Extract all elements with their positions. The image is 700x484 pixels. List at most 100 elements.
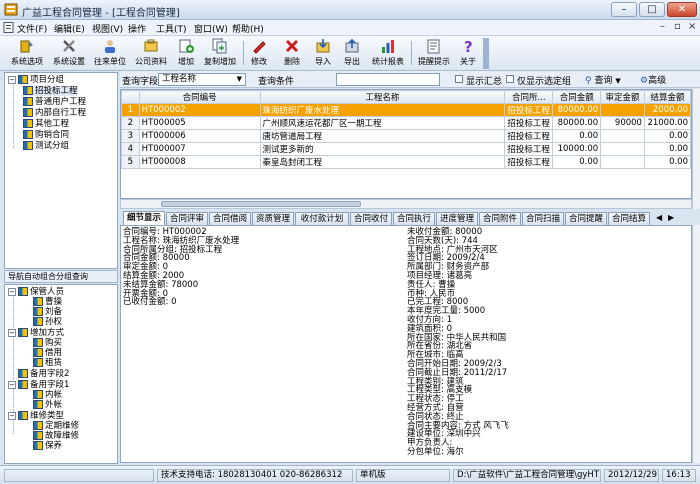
- cell-settled-amount: 0.00: [643, 129, 691, 143]
- tree-item[interactable]: 孙权: [33, 317, 62, 327]
- tab-contract-review[interactable]: 合同评审: [166, 212, 208, 225]
- tree-root-project-group[interactable]: − 项目分组: [8, 75, 64, 85]
- collapse-icon[interactable]: −: [8, 287, 16, 296]
- tree-item[interactable]: 外帐: [33, 400, 62, 410]
- tab-contract-payment[interactable]: 合同收付: [350, 212, 392, 225]
- tree-group-spare-field-1[interactable]: − 备用字段1: [8, 380, 69, 390]
- menu-tools[interactable]: 工具(T): [156, 22, 187, 35]
- table-row[interactable]: 5 HT000008 秦皇岛封闭工程 招投标工程 0.00 0.00: [121, 155, 691, 169]
- grid-header-approved-amount[interactable]: 审定金额: [600, 90, 645, 104]
- tree-group-custodian[interactable]: − 保管人员: [8, 287, 64, 297]
- grid-header-rownum[interactable]: [121, 90, 140, 104]
- about-button[interactable]: ? 关于: [456, 38, 480, 69]
- tab-scan[interactable]: 合同扫描: [522, 212, 564, 225]
- tree-item-internal-project[interactable]: 内部自行工程: [23, 108, 86, 118]
- tree-item[interactable]: 内帐: [33, 390, 62, 400]
- minimize-button[interactable]: –: [611, 2, 637, 17]
- tree-item[interactable]: 租赁: [33, 358, 62, 368]
- scrollbar-thumb[interactable]: [161, 201, 361, 207]
- export-button[interactable]: 导出: [340, 38, 364, 69]
- tab-scroll-right-icon[interactable]: ▶: [668, 213, 674, 222]
- tree-item[interactable]: 借用: [33, 348, 62, 358]
- advanced-button[interactable]: ⚙高级: [640, 73, 666, 86]
- partners-button[interactable]: 往来单位: [91, 38, 129, 69]
- tree-group-spare-field-2[interactable]: 备用字段2: [8, 369, 69, 379]
- menu-view[interactable]: 视图(V): [92, 22, 123, 35]
- menu-operate[interactable]: 操作: [128, 22, 146, 35]
- tree-item-regular-user-project[interactable]: 普通用户工程: [23, 97, 86, 107]
- delete-button[interactable]: 删除: [280, 38, 304, 69]
- mdi-minimize-button[interactable]: –: [660, 21, 665, 32]
- book-icon: [33, 421, 43, 430]
- grid-header-settled-amount[interactable]: 结算金额: [643, 90, 691, 104]
- close-button[interactable]: ✕: [667, 2, 697, 17]
- mdi-restore-button[interactable]: ▫: [674, 21, 681, 32]
- tab-reminder[interactable]: 合同提醒: [565, 212, 607, 225]
- table-row[interactable]: 4 HT000007 测试更多新的 招投标工程 10000.00 0.00: [121, 142, 691, 156]
- maximize-button[interactable]: □: [639, 2, 665, 17]
- tab-scroll-left-icon[interactable]: ◀: [656, 213, 662, 222]
- menu-window[interactable]: 窗口(W): [194, 22, 228, 35]
- tree-item[interactable]: 刘备: [33, 307, 62, 317]
- company-info-button[interactable]: 公司资料: [132, 38, 170, 69]
- import-button[interactable]: 导入: [311, 38, 335, 69]
- grid-header-contract-group[interactable]: 合同所...: [504, 90, 554, 104]
- tab-progress[interactable]: 进度管理: [436, 212, 478, 225]
- tree-group-add-method[interactable]: − 增加方式: [8, 328, 64, 338]
- query-field-select[interactable]: 工程名称 ▼: [158, 73, 246, 86]
- grid-header-contract-no[interactable]: 合同编号: [138, 90, 261, 104]
- query-condition-input[interactable]: [336, 73, 440, 86]
- tree-item[interactable]: 故障维修: [33, 431, 79, 441]
- query-button[interactable]: ⚲ 查询 ▼: [585, 73, 621, 86]
- table-row[interactable]: 1 HT000002 珠海纺织厂废水处理 招投标工程 80000.00 2000…: [121, 103, 691, 117]
- book-icon: [18, 75, 28, 84]
- tab-detail-view[interactable]: 细节显示: [123, 211, 165, 225]
- add-button[interactable]: 增加: [174, 38, 198, 69]
- copy-add-button[interactable]: 复制增加: [201, 38, 239, 69]
- tree-item[interactable]: 定期维修: [33, 421, 79, 431]
- grid-header-project-name[interactable]: 工程名称: [259, 90, 506, 104]
- grid-vertical-scrollbar[interactable]: [692, 89, 700, 209]
- book-icon: [33, 348, 43, 357]
- tab-contract-borrow[interactable]: 合同借阅: [209, 212, 251, 225]
- tree-group-maintenance-type[interactable]: − 维修类型: [8, 411, 64, 421]
- tab-qualification[interactable]: 资质管理: [252, 212, 294, 225]
- show-summary-checkbox[interactable]: [455, 75, 463, 83]
- tab-attachments[interactable]: 合同附件: [479, 212, 521, 225]
- system-options-button[interactable]: 系统选项: [8, 38, 46, 69]
- book-icon: [23, 97, 33, 106]
- collapse-icon[interactable]: −: [8, 328, 16, 337]
- tab-contract-execution[interactable]: 合同执行: [393, 212, 435, 225]
- mdi-close-button[interactable]: ×: [688, 21, 696, 32]
- grid-horizontal-scrollbar[interactable]: [120, 199, 692, 209]
- tab-settlement[interactable]: 合同结算: [608, 212, 650, 225]
- tab-payment-plan[interactable]: 收付款计划: [295, 212, 349, 225]
- grid-header-contract-amount[interactable]: 合同金额: [552, 90, 602, 104]
- table-row[interactable]: 3 HT000006 唐坊管道局工程 招投标工程 0.00 0.00: [121, 129, 691, 143]
- detail-vertical-scrollbar[interactable]: [692, 225, 700, 463]
- menu-edit[interactable]: 编辑(E): [54, 22, 85, 35]
- tree-item[interactable]: 保养: [33, 441, 62, 451]
- only-selected-group-checkbox[interactable]: [506, 75, 514, 83]
- app-icon: [4, 3, 18, 16]
- row-number: 2: [121, 116, 140, 130]
- tree-item-bidding-project[interactable]: 招投标工程: [23, 86, 78, 96]
- reminder-button[interactable]: 提醒提示: [415, 38, 453, 69]
- edit-button[interactable]: 修改: [247, 38, 271, 69]
- tree-item[interactable]: 曹操: [33, 297, 62, 307]
- menu-file[interactable]: 文件(F): [17, 22, 47, 35]
- table-row[interactable]: 2 HT000005 广州顺风速运花都厂区一期工程 招投标工程 80000.00…: [121, 116, 691, 130]
- system-settings-button[interactable]: 系统设置: [50, 38, 88, 69]
- tree-item[interactable]: 购买: [33, 338, 62, 348]
- menu-help[interactable]: 帮助(H): [232, 22, 264, 35]
- collapse-icon[interactable]: −: [8, 380, 16, 389]
- collapse-icon[interactable]: −: [8, 75, 16, 84]
- report-button[interactable]: 统计报表: [369, 38, 407, 69]
- cell-contract-no: HT000002: [138, 103, 261, 117]
- tree-item-purchase-contract[interactable]: 购销合同: [23, 130, 69, 140]
- tree-item-test-group[interactable]: 测试分组: [23, 141, 69, 151]
- import-icon: [316, 39, 330, 53]
- collapse-icon[interactable]: −: [8, 411, 16, 420]
- tree-item-other-project[interactable]: 其他工程: [23, 119, 69, 129]
- toolbar-overflow-handle[interactable]: [483, 38, 489, 69]
